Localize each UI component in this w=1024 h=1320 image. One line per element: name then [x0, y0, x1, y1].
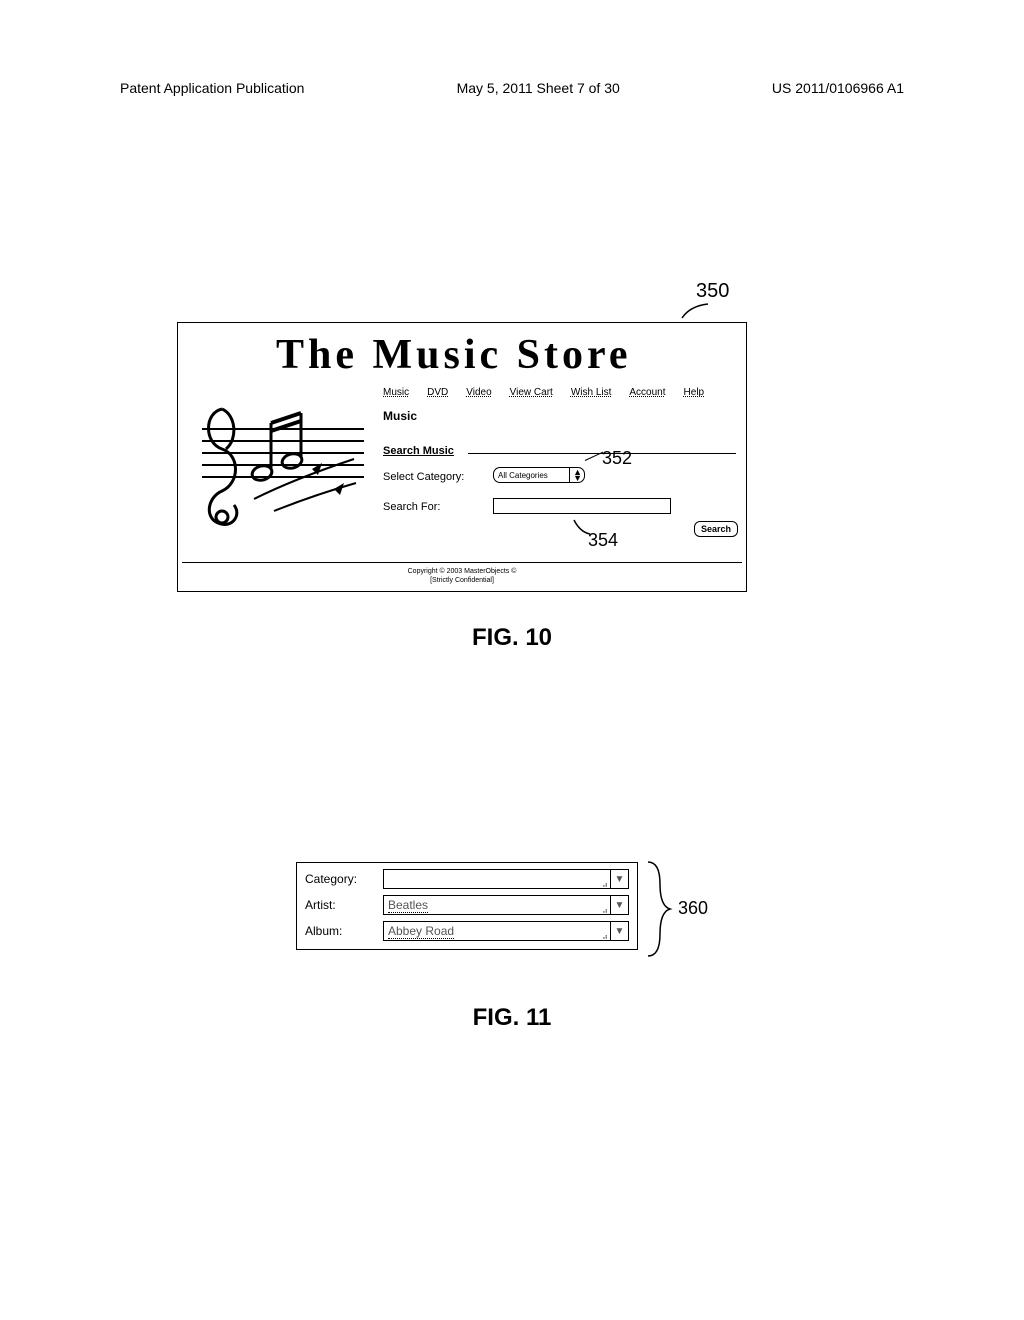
music-notes-icon [184, 399, 372, 531]
search-button[interactable]: Search [694, 521, 738, 537]
search-for-input[interactable] [493, 498, 671, 514]
window-footer: Copyright © 2003 MasterObjects © [Strict… [178, 567, 746, 585]
row-artist: Artist: Beatles ⣠ ▼ [305, 895, 629, 915]
nav-dvd[interactable]: DVD [427, 387, 448, 398]
chevron-down-icon: ▼ [610, 870, 628, 888]
section-heading: Music [383, 409, 417, 423]
ref-360: 360 [678, 898, 708, 919]
label-category: Category: [305, 872, 383, 886]
nav-wishlist[interactable]: Wish List [571, 387, 612, 398]
combo-album-value: Abbey Road [388, 924, 454, 939]
chevron-down-icon: ▼ [610, 922, 628, 940]
search-for-label: Search For: [383, 501, 440, 513]
label-artist: Artist: [305, 898, 383, 912]
chevron-down-icon: ▼ [610, 896, 628, 914]
fig10-caption: FIG. 10 [0, 624, 1024, 652]
leader-354 [572, 518, 594, 536]
row-category: Category: ⣠ ▼ [305, 869, 629, 889]
resize-grip-icon: ⣠ [602, 904, 608, 913]
leader-350 [680, 302, 710, 320]
brace-360 [644, 860, 674, 958]
footer-line2: [Strictly Confidential] [430, 577, 494, 584]
row-album: Album: Abbey Road ⣠ ▼ [305, 921, 629, 941]
footer-divider [182, 562, 742, 563]
header-left: Patent Application Publication [120, 80, 304, 96]
store-title: The Music Store [276, 331, 632, 379]
combo-category[interactable]: ⣠ ▼ [383, 869, 629, 889]
header-mid: May 5, 2011 Sheet 7 of 30 [457, 80, 620, 96]
ref-352: 352 [602, 448, 632, 469]
category-select-value: All Categories [498, 471, 548, 480]
search-heading: Search Music [383, 445, 454, 457]
resize-grip-icon: ⣠ [602, 930, 608, 939]
label-album: Album: [305, 924, 383, 938]
combo-form: Category: ⣠ ▼ Artist: Beatles ⣠ ▼ Album:… [296, 862, 638, 950]
combo-artist[interactable]: Beatles ⣠ ▼ [383, 895, 629, 915]
ref-350: 350 [696, 280, 729, 303]
select-category-label: Select Category: [383, 471, 464, 483]
combo-album[interactable]: Abbey Road ⣠ ▼ [383, 921, 629, 941]
fig11-caption: FIG. 11 [0, 1004, 1024, 1032]
page-header: Patent Application Publication May 5, 20… [120, 80, 904, 96]
category-select[interactable]: All Categories ▲▼ [493, 467, 585, 483]
header-right: US 2011/0106966 A1 [772, 80, 904, 96]
musicstore-window: The Music Store Music DVD Video View Car… [177, 322, 747, 592]
footer-line1: Copyright © 2003 MasterObjects © [408, 568, 517, 575]
nav-account[interactable]: Account [629, 387, 665, 398]
updown-icon: ▲▼ [573, 469, 582, 481]
combo-artist-value: Beatles [388, 898, 428, 913]
nav-help[interactable]: Help [684, 387, 705, 398]
nav-music[interactable]: Music [383, 387, 409, 398]
resize-grip-icon: ⣠ [602, 878, 608, 887]
nav-video[interactable]: Video [466, 387, 491, 398]
navbar: Music DVD Video View Cart Wish List Acco… [383, 387, 740, 398]
nav-viewcart[interactable]: View Cart [510, 387, 553, 398]
